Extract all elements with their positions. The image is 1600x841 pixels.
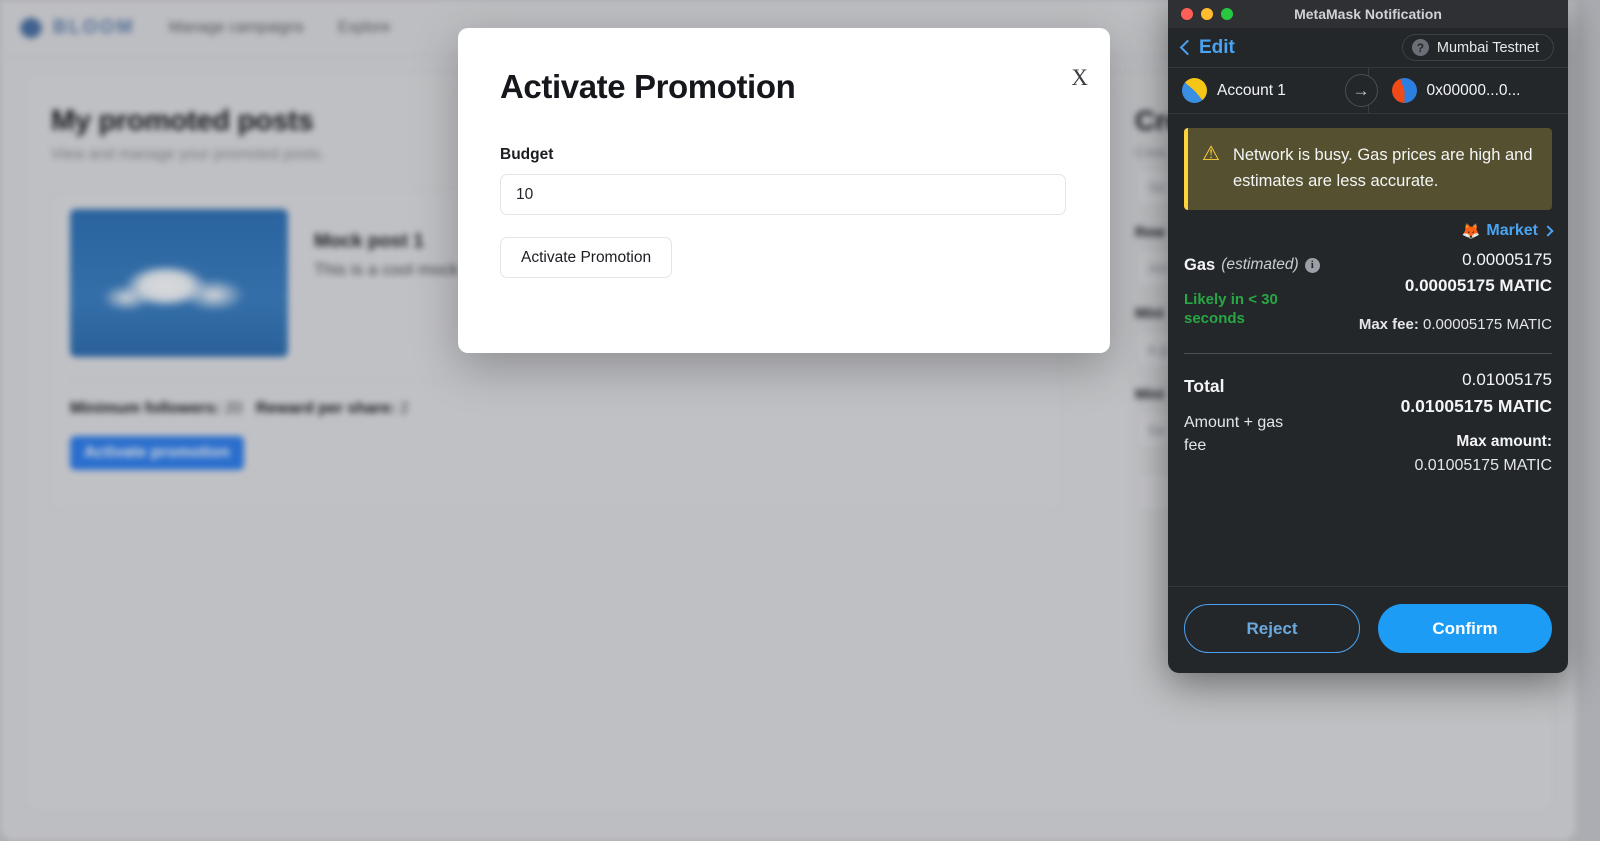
- max-amount-value: 0.01005175 MATIC: [1414, 456, 1552, 474]
- warning-triangle-icon: ⚠: [1202, 143, 1220, 165]
- metamask-header: Edit ? Mumbai Testnet: [1168, 28, 1568, 68]
- budget-label: Budget: [500, 146, 554, 163]
- close-icon[interactable]: X: [1071, 66, 1088, 89]
- total-left: Total Amount + gas fee: [1184, 370, 1304, 457]
- activate-promotion-modal: X Activate Promotion Budget Activate Pro…: [458, 28, 1110, 353]
- edit-label: Edit: [1199, 36, 1235, 58]
- max-fee-value: 0.00005175 MATIC: [1423, 315, 1552, 333]
- metamask-titlebar: MetaMask Notification: [1168, 0, 1568, 28]
- max-fee-row: Max fee: 0.00005175 MATIC: [1359, 316, 1552, 333]
- total-amount-token: 0.01005175 MATIC: [1400, 395, 1552, 416]
- network-selector[interactable]: ? Mumbai Testnet: [1401, 34, 1554, 61]
- confirm-button[interactable]: Confirm: [1378, 604, 1552, 653]
- fox-icon: 🦊: [1461, 222, 1481, 240]
- from-account-name: Account 1: [1217, 81, 1286, 99]
- reject-button[interactable]: Reject: [1184, 604, 1360, 653]
- to-account-avatar: [1391, 78, 1417, 103]
- window-title: MetaMask Notification: [1294, 6, 1442, 22]
- gas-estimated-label: (estimated): [1221, 256, 1299, 274]
- gas-fee-left: Gas (estimated) i Likely in < 30 seconds: [1184, 242, 1320, 329]
- budget-input[interactable]: [500, 174, 1066, 215]
- chevron-right-icon: [1542, 225, 1554, 237]
- help-question-icon: ?: [1411, 39, 1429, 56]
- metamask-body: ⚠ Network is busy. Gas prices are high a…: [1168, 114, 1568, 586]
- arrow-right-glyph: →: [1352, 81, 1370, 100]
- transfer-arrow-icon: →: [1344, 74, 1378, 107]
- gas-fee-row: Gas (estimated) i Likely in < 30 seconds…: [1184, 242, 1552, 333]
- market-gas-option-link[interactable]: 🦊 Market: [1184, 221, 1554, 240]
- network-busy-alert-text: Network is busy. Gas prices are high and…: [1232, 146, 1533, 190]
- gas-label: Gas: [1184, 255, 1216, 274]
- modal-activate-promotion-button[interactable]: Activate Promotion: [500, 237, 673, 278]
- total-label: Total: [1184, 375, 1225, 396]
- screen-root: BLOOM Manage campaigns Explore My promot…: [0, 0, 1600, 841]
- network-busy-alert: ⚠ Network is busy. Gas prices are high a…: [1184, 128, 1552, 210]
- gas-label-group: Gas (estimated) i: [1184, 256, 1320, 275]
- gas-amount-native: 0.00005175: [1462, 249, 1552, 269]
- to-account-address: 0x00000...0...: [1426, 81, 1521, 99]
- total-amount-native: 0.01005175: [1462, 369, 1552, 389]
- info-icon[interactable]: i: [1304, 257, 1320, 273]
- from-account-avatar: [1182, 78, 1207, 103]
- to-account[interactable]: 0x00000...0...: [1378, 78, 1555, 103]
- max-amount-label: Max amount:: [1456, 432, 1552, 450]
- gas-amount-token: 0.00005175 MATIC: [1404, 275, 1552, 295]
- total-row: Total Amount + gas fee 0.01005175 0.0100…: [1184, 370, 1552, 475]
- network-label: Mumbai Testnet: [1436, 39, 1539, 56]
- total-right: 0.01005175 0.01005175 MATIC Max amount: …: [1401, 370, 1552, 475]
- metamask-footer: Reject Confirm: [1168, 586, 1568, 673]
- total-divider: [1184, 352, 1552, 354]
- accounts-row: Account 1 → 0x00000...0...: [1168, 68, 1568, 114]
- edit-back-button[interactable]: Edit: [1179, 36, 1235, 59]
- chevron-left-icon: [1179, 39, 1196, 56]
- total-sub-label: Amount + gas fee: [1184, 413, 1284, 454]
- gas-fee-right: 0.00005175 0.00005175 MATIC Max fee: 0.0…: [1359, 242, 1552, 333]
- metamask-notification-window: MetaMask Notification Edit ? Mumbai Test…: [1168, 0, 1568, 673]
- gas-speed-estimate: Likely in < 30 seconds: [1184, 290, 1278, 327]
- max-fee-label: Max fee:: [1358, 315, 1419, 333]
- modal-title: Activate Promotion: [500, 68, 796, 105]
- from-account[interactable]: Account 1: [1182, 78, 1345, 103]
- market-label: Market: [1486, 221, 1538, 239]
